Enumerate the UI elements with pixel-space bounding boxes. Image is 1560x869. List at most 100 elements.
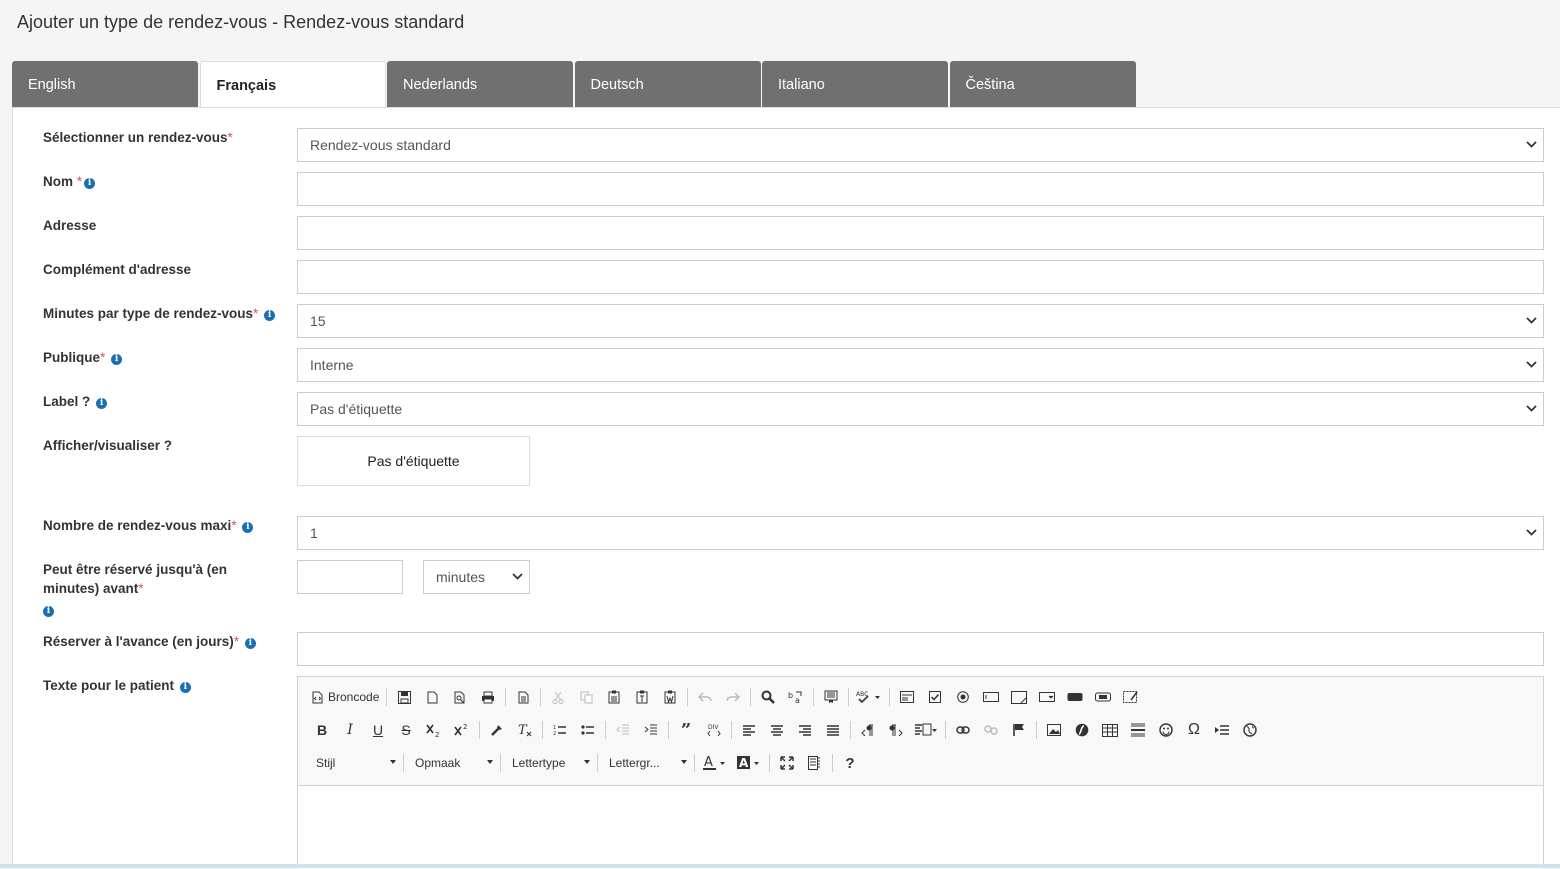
tab-italiano[interactable]: Italiano: [762, 61, 948, 108]
new-page-icon[interactable]: [418, 685, 446, 709]
hidden-field-icon[interactable]: [1117, 685, 1145, 709]
select-field-icon[interactable]: [1033, 685, 1061, 709]
redo-icon[interactable]: [719, 685, 747, 709]
indent-icon[interactable]: [637, 718, 665, 742]
background-color-icon[interactable]: A: [732, 751, 766, 775]
tab-deutsch[interactable]: Deutsch: [574, 61, 761, 108]
unlink-icon[interactable]: [977, 718, 1005, 742]
book-until-input[interactable]: [297, 560, 403, 594]
image-icon[interactable]: [1040, 718, 1068, 742]
address-extra-input[interactable]: [297, 260, 1544, 294]
maximize-icon[interactable]: [773, 751, 801, 775]
outdent-icon[interactable]: [609, 718, 637, 742]
special-char-icon[interactable]: Ω: [1180, 718, 1208, 742]
editor-content-area[interactable]: [298, 785, 1543, 869]
button-field-icon[interactable]: [1061, 685, 1089, 709]
div-container-icon[interactable]: DIV: [700, 718, 728, 742]
radio-icon[interactable]: [949, 685, 977, 709]
bulleted-list-icon[interactable]: [574, 718, 602, 742]
save-icon[interactable]: [390, 685, 418, 709]
align-center-icon[interactable]: [763, 718, 791, 742]
align-left-icon[interactable]: [735, 718, 763, 742]
style-combo[interactable]: Stijl: [308, 751, 400, 775]
book-until-unit-dropdown[interactable]: minutes: [423, 560, 530, 594]
help-icon[interactable]: ?: [836, 751, 864, 775]
templates-icon[interactable]: [509, 685, 537, 709]
preview-icon[interactable]: [446, 685, 474, 709]
tab-nederlands[interactable]: Nederlands: [387, 61, 573, 108]
checkbox-icon[interactable]: [921, 685, 949, 709]
chevron-down-icon: [1526, 529, 1537, 536]
info-icon[interactable]: i: [179, 682, 191, 693]
info-icon[interactable]: i: [96, 398, 108, 409]
numbered-list-icon[interactable]: 12: [546, 718, 574, 742]
language-icon[interactable]: [910, 718, 942, 742]
bold-icon[interactable]: B: [308, 718, 336, 742]
align-right-icon[interactable]: [791, 718, 819, 742]
info-icon[interactable]: i: [264, 310, 276, 321]
public-dropdown[interactable]: Interne: [297, 348, 1544, 382]
horizontal-line-icon[interactable]: [1124, 718, 1152, 742]
textarea-icon[interactable]: [1005, 685, 1033, 709]
font-size-combo[interactable]: Lettergr...: [601, 751, 691, 775]
print-icon[interactable]: [474, 685, 502, 709]
subscript-icon[interactable]: 2: [420, 718, 448, 742]
font-combo[interactable]: Lettertype: [504, 751, 594, 775]
paste-text-icon[interactable]: [628, 685, 656, 709]
tab-francais[interactable]: Français: [199, 61, 386, 109]
strikethrough-icon[interactable]: S: [392, 718, 420, 742]
toolbar-separator: [687, 688, 689, 706]
select-all-icon[interactable]: [817, 685, 845, 709]
table-icon[interactable]: [1096, 718, 1124, 742]
anchor-flag-icon[interactable]: [1005, 718, 1033, 742]
tab-cestina[interactable]: Čeština: [949, 61, 1136, 108]
align-justify-icon[interactable]: [819, 718, 847, 742]
tab-english[interactable]: English: [12, 61, 198, 108]
blockquote-icon[interactable]: ”: [672, 718, 700, 742]
superscript-icon[interactable]: 2: [448, 718, 476, 742]
format-combo[interactable]: Opmaak: [407, 751, 497, 775]
text-color-icon[interactable]: A: [698, 751, 732, 775]
paste-icon[interactable]: [600, 685, 628, 709]
copy-icon[interactable]: [572, 685, 600, 709]
remove-format-icon[interactable]: T: [511, 718, 539, 742]
max-appointments-dropdown[interactable]: 1: [297, 516, 1544, 550]
iframe-globe-icon[interactable]: [1236, 718, 1264, 742]
show-blocks-icon[interactable]: [801, 751, 829, 775]
underline-icon[interactable]: U: [364, 718, 392, 742]
tag-dropdown[interactable]: Pas d'étiquette: [297, 392, 1544, 426]
info-icon[interactable]: i: [111, 354, 123, 365]
select-appointment-label: Sélectionner un rendez-vous*: [43, 130, 233, 145]
textfield-icon[interactable]: [977, 685, 1005, 709]
image-button-icon[interactable]: [1089, 685, 1117, 709]
text-direction-rtl-icon[interactable]: [882, 718, 910, 742]
book-ahead-input[interactable]: [297, 632, 1544, 666]
copy-format-icon[interactable]: [483, 718, 511, 742]
link-icon[interactable]: [949, 718, 977, 742]
replace-icon[interactable]: ba: [782, 685, 810, 709]
address-label: Adresse: [43, 218, 97, 233]
minutes-dropdown[interactable]: 15: [297, 304, 1544, 338]
form-icon[interactable]: [893, 685, 921, 709]
spellcheck-icon[interactable]: ABC: [852, 685, 886, 709]
info-icon[interactable]: i: [242, 522, 254, 533]
toolbar-separator: [403, 754, 404, 772]
find-icon[interactable]: [754, 685, 782, 709]
flash-icon[interactable]: [1068, 718, 1096, 742]
undo-icon[interactable]: [691, 685, 719, 709]
paste-word-icon[interactable]: [656, 685, 684, 709]
toolbar-separator: [540, 688, 542, 706]
address-input[interactable]: [297, 216, 1544, 250]
source-button[interactable]: Broncode: [308, 685, 383, 709]
cut-icon[interactable]: [544, 685, 572, 709]
svg-text:2: 2: [463, 723, 467, 731]
name-input[interactable]: [297, 172, 1544, 206]
info-icon[interactable]: i: [84, 178, 96, 189]
select-appointment-dropdown[interactable]: Rendez-vous standard: [297, 128, 1544, 162]
info-icon[interactable]: i: [43, 606, 54, 617]
page-break-icon[interactable]: [1208, 718, 1236, 742]
italic-icon[interactable]: I: [336, 718, 364, 742]
info-icon[interactable]: i: [244, 638, 256, 649]
text-direction-ltr-icon[interactable]: [854, 718, 882, 742]
smiley-icon[interactable]: [1152, 718, 1180, 742]
